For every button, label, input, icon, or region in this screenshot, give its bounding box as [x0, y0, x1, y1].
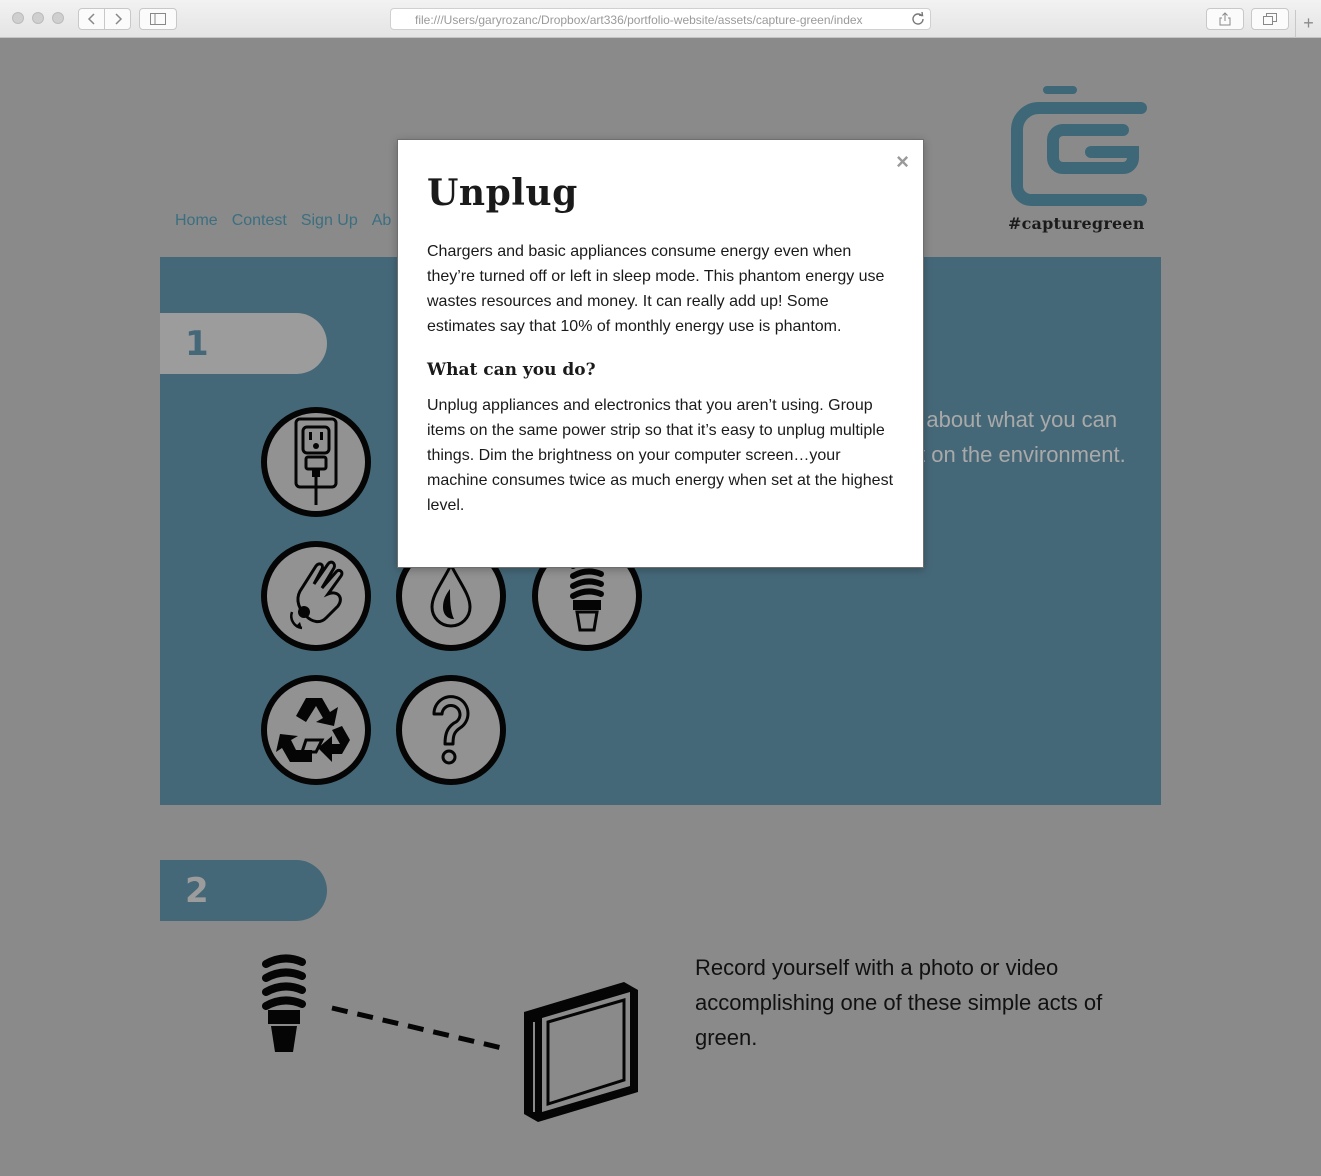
modal-subtitle: What can you do? [427, 360, 596, 380]
zoom-window-button[interactable] [52, 12, 64, 24]
unplug-icon-button[interactable] [261, 407, 371, 517]
step-2-description: Record yourself with a photo or video ac… [695, 955, 1103, 1050]
hands-icon [290, 560, 344, 630]
outlet-plug-icon [294, 417, 338, 505]
step-1-number: 1 [185, 324, 209, 364]
question-icon-button[interactable] [396, 675, 506, 785]
capture-green-logo[interactable] [1005, 86, 1155, 206]
minimize-window-button[interactable] [32, 12, 44, 24]
tabs-icon [1263, 13, 1277, 25]
address-bar[interactable]: file:///Users/garyrozanc/Dropbox/art336/… [390, 8, 931, 30]
browser-toolbar: file:///Users/garyrozanc/Dropbox/art336/… [0, 0, 1321, 38]
recycle-icon [276, 698, 350, 762]
water-drop-icon [430, 561, 472, 628]
dashed-connector [331, 1005, 503, 1051]
nav-link-about[interactable]: Ab [372, 212, 392, 230]
chevron-right-icon [114, 13, 122, 25]
close-window-button[interactable] [12, 12, 24, 24]
tablet-device-icon [524, 982, 638, 1122]
share-button[interactable] [1206, 8, 1244, 30]
chevron-left-icon [87, 13, 95, 25]
sidebar-toggle-button[interactable] [139, 8, 177, 30]
modal-paragraph-1: Chargers and basic appliances consume en… [427, 243, 885, 335]
forward-button[interactable] [104, 8, 131, 30]
share-icon [1219, 12, 1231, 26]
recycle-icon-button[interactable] [261, 675, 371, 785]
sidebar-icon [150, 13, 166, 25]
hashtag-label: #capturegreen [1008, 214, 1145, 233]
cfl-bulb-icon [570, 558, 604, 632]
nav-link-home[interactable]: Home [175, 212, 218, 230]
main-nav: Home Contest Sign Up Ab [175, 212, 391, 230]
step-1-tab: 1 [160, 313, 327, 374]
back-button[interactable] [78, 8, 105, 30]
new-tab-button[interactable]: + [1295, 10, 1321, 38]
nav-link-contest[interactable]: Contest [232, 212, 287, 230]
step-1-description: n about what you can ct on the environme… [908, 402, 1148, 472]
reload-icon[interactable] [911, 12, 925, 26]
step-2-number: 2 [185, 871, 209, 911]
tabs-overview-button[interactable] [1251, 8, 1289, 30]
step-2-tab: 2 [160, 860, 327, 921]
step-1-text-line-1: n about what you can [908, 407, 1118, 432]
address-bar-url: file:///Users/garyrozanc/Dropbox/art336/… [415, 13, 863, 27]
hands-icon-button[interactable] [261, 541, 371, 651]
step-1-text-line-2: ct on the environment. [908, 442, 1126, 467]
modal-paragraph-2: Unplug appliances and electronics that y… [427, 397, 894, 514]
modal-title: Unplug [427, 172, 578, 214]
question-icon [432, 695, 470, 765]
close-icon[interactable]: × [896, 150, 909, 174]
nav-link-sign-up[interactable]: Sign Up [301, 212, 358, 230]
cfl-bulb-icon [262, 954, 306, 1052]
info-modal: × Unplug Chargers and basic appliances c… [397, 139, 924, 568]
